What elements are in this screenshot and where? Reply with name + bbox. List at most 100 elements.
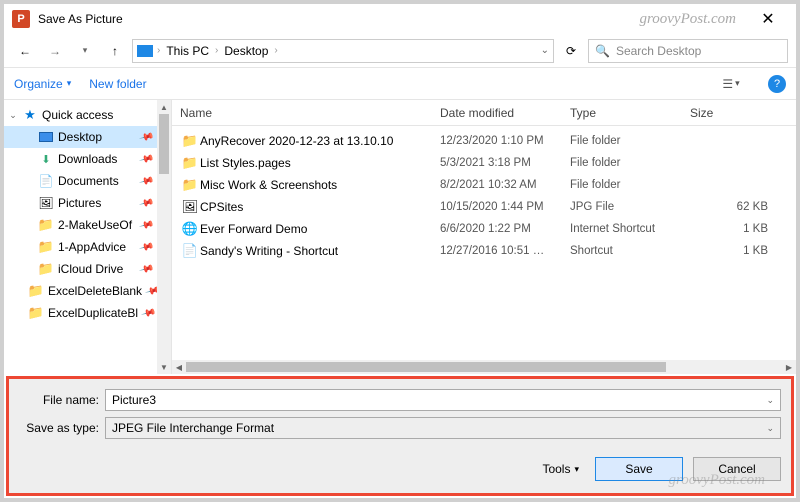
file-row[interactable]: 📁List Styles.pages5/3/2021 3:18 PMFile f…: [172, 152, 796, 174]
breadcrumb-this-pc[interactable]: This PC: [164, 44, 211, 58]
chevron-down-icon: ▾: [67, 78, 72, 89]
pin-icon: 📌: [138, 195, 154, 211]
folder-icon: [38, 239, 54, 255]
file-row[interactable]: 📁Misc Work & Screenshots8/2/2021 10:32 A…: [172, 174, 796, 196]
file-date: 6/6/2020 1:22 PM: [440, 223, 570, 235]
file-name-input[interactable]: Picture3 ⌄: [105, 389, 781, 411]
tree-item-label: Documents: [58, 174, 119, 188]
pin-icon: 📌: [138, 239, 154, 255]
folder-icon: [28, 283, 44, 299]
folder-icon: [38, 217, 54, 233]
save-type-select[interactable]: JPEG File Interchange Format ⌄: [105, 417, 781, 439]
tree-item[interactable]: Pictures📌: [4, 192, 158, 214]
file-name-label: File name:: [19, 393, 105, 407]
doc-icon: [38, 173, 54, 189]
scroll-up-icon[interactable]: ▲: [157, 100, 171, 114]
chevron-down-icon[interactable]: ⌄: [766, 395, 774, 406]
save-type-label: Save as type:: [19, 421, 105, 435]
cancel-button[interactable]: Cancel: [693, 457, 781, 481]
file-type: File folder: [570, 179, 690, 191]
save-button[interactable]: Save: [595, 457, 683, 481]
tree-item-label: ExcelDeleteBlank: [48, 284, 142, 298]
file-icon: 📁: [180, 177, 200, 193]
file-name: Misc Work & Screenshots: [200, 178, 440, 192]
tree-item[interactable]: iCloud Drive 📌: [4, 258, 158, 280]
tree-item-label: 2-MakeUseOf: [58, 218, 132, 232]
new-folder-button[interactable]: New folder: [89, 77, 146, 91]
tree-label: Quick access: [42, 108, 113, 122]
history-dropdown[interactable]: ▾: [72, 38, 98, 64]
tree-item[interactable]: 1-AppAdvice📌: [4, 236, 158, 258]
sidebar-scrollbar[interactable]: ▲ ▼: [157, 100, 171, 374]
column-headers: Name Date modified Type Size: [172, 100, 796, 126]
window-title: Save As Picture: [38, 12, 123, 26]
search-input[interactable]: 🔍 Search Desktop: [588, 39, 788, 63]
header-date[interactable]: Date modified: [440, 106, 570, 120]
header-size[interactable]: Size: [690, 106, 788, 120]
address-bar[interactable]: › This PC › Desktop › ⌄: [132, 39, 554, 63]
file-type: JPG File: [570, 201, 690, 213]
dl-icon: [38, 151, 54, 167]
scroll-left-icon[interactable]: ◀: [172, 360, 186, 374]
tools-menu[interactable]: Tools ▾: [536, 462, 585, 476]
file-icon: 📁: [180, 133, 200, 149]
header-name[interactable]: Name: [180, 106, 440, 120]
pin-icon: 📌: [138, 261, 154, 277]
file-row[interactable]: 🖼CPSites10/15/2020 1:44 PMJPG File62 KB: [172, 196, 796, 218]
pin-icon: 📌: [138, 217, 154, 233]
tree-item-label: iCloud Drive: [58, 262, 123, 276]
breadcrumb-desktop[interactable]: Desktop: [222, 44, 270, 58]
tree-item[interactable]: ExcelDuplicateBl📌: [4, 302, 158, 324]
view-options-button[interactable]: ☰▾: [712, 73, 750, 95]
chevron-right-icon: ›: [157, 45, 160, 56]
file-icon: 🖼: [180, 199, 200, 215]
header-type[interactable]: Type: [570, 106, 690, 120]
close-button[interactable]: ✕: [748, 4, 788, 34]
file-row[interactable]: 📄Sandy's Writing - Shortcut12/27/2016 10…: [172, 240, 796, 262]
save-as-dialog: P Save As Picture groovyPost.com ✕ ← → ▾…: [4, 4, 796, 498]
file-size: 1 KB: [690, 245, 788, 257]
nav-bar: ← → ▾ ↑ › This PC › Desktop › ⌄ ⟳ 🔍 Sear…: [4, 34, 796, 68]
path-dropdown-icon[interactable]: ⌄: [541, 45, 549, 56]
scroll-thumb[interactable]: [159, 114, 169, 174]
search-icon: 🔍: [595, 44, 610, 58]
file-row[interactable]: 📁AnyRecover 2020-12-23 at 13.10.1012/23/…: [172, 130, 796, 152]
file-row[interactable]: 🌐Ever Forward Demo6/6/2020 1:22 PMIntern…: [172, 218, 796, 240]
expander-icon[interactable]: ⌄: [8, 110, 18, 121]
file-type: Internet Shortcut: [570, 223, 690, 235]
horizontal-scrollbar[interactable]: ◀ ▶: [172, 360, 796, 374]
tree-quick-access[interactable]: ⌄ ★ Quick access: [4, 104, 158, 126]
chevron-down-icon[interactable]: ⌄: [766, 423, 774, 434]
scroll-right-icon[interactable]: ▶: [782, 360, 796, 374]
file-icon: 📄: [180, 243, 200, 259]
file-name: CPSites: [200, 200, 440, 214]
tree-item[interactable]: Desktop📌: [4, 126, 158, 148]
help-button[interactable]: ?: [768, 75, 786, 93]
scroll-thumb[interactable]: [186, 362, 666, 372]
tree-item[interactable]: ExcelDeleteBlank📌: [4, 280, 158, 302]
chevron-right-icon: ›: [215, 45, 218, 56]
tree-item-label: Desktop: [58, 130, 102, 144]
file-size: 62 KB: [690, 201, 788, 213]
monitor-icon: [38, 129, 54, 145]
search-placeholder: Search Desktop: [616, 44, 701, 58]
organize-menu[interactable]: Organize ▾: [14, 77, 71, 91]
powerpoint-icon: P: [12, 10, 30, 28]
file-date: 8/2/2021 10:32 AM: [440, 179, 570, 191]
file-type: File folder: [570, 135, 690, 147]
toolbar: Organize ▾ New folder ☰▾ ?: [4, 68, 796, 100]
pin-icon: 📌: [138, 151, 154, 167]
refresh-button[interactable]: ⟳: [558, 39, 584, 63]
tree-item[interactable]: Documents📌: [4, 170, 158, 192]
back-button[interactable]: ←: [12, 38, 38, 64]
tree-item[interactable]: Downloads📌: [4, 148, 158, 170]
file-icon: 📁: [180, 155, 200, 171]
file-name: List Styles.pages: [200, 156, 440, 170]
forward-button[interactable]: →: [42, 38, 68, 64]
scroll-down-icon[interactable]: ▼: [157, 360, 171, 374]
file-size: 1 KB: [690, 223, 788, 235]
chevron-down-icon: ▾: [574, 464, 579, 475]
file-list-pane: Name Date modified Type Size 📁AnyRecover…: [172, 100, 796, 374]
tree-item[interactable]: 2-MakeUseOf 📌: [4, 214, 158, 236]
up-button[interactable]: ↑: [102, 38, 128, 64]
